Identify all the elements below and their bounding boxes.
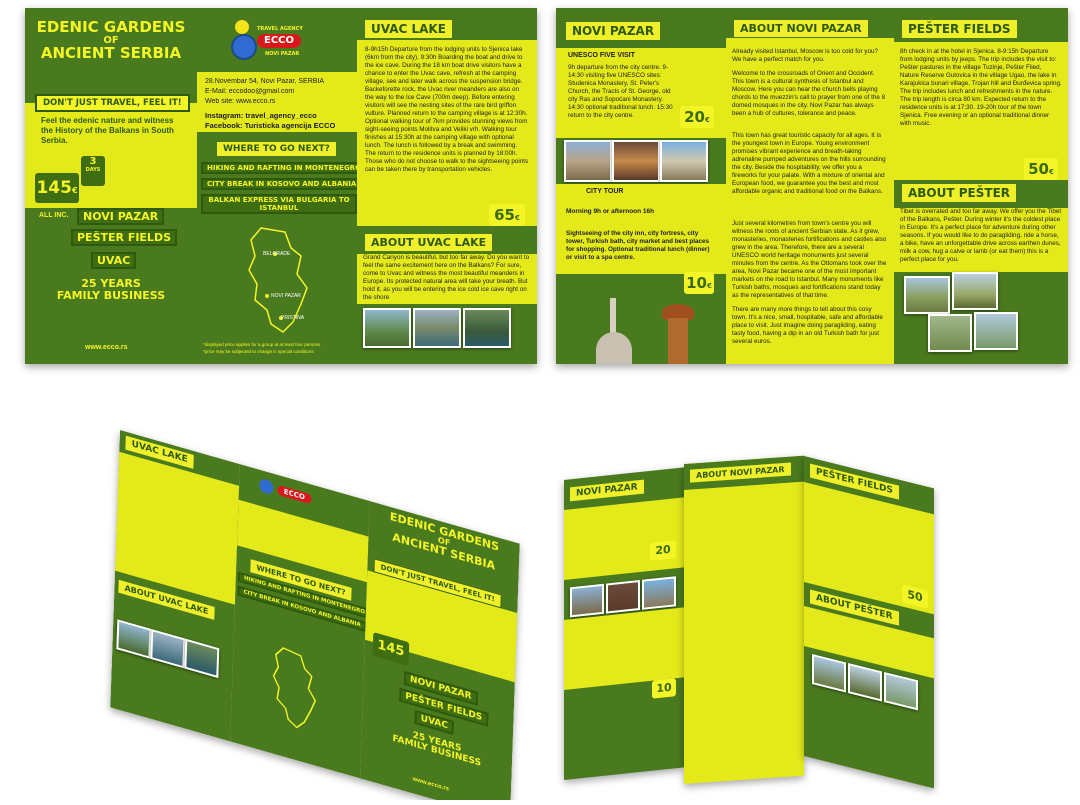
destination-novi-pazar: NOVI PAZAR: [77, 208, 165, 225]
novi-pazar-subtitle: UNESCO FIVE VISIT: [568, 52, 635, 59]
contact-address: 28.Novembar 54, Novi Pazar, SERBIA: [205, 78, 325, 85]
destination-pester: PEŠTER FIELDS: [71, 229, 177, 246]
pester-itinerary: 8h check in at the hotel in Sjenica. 8-9…: [900, 48, 1062, 127]
uvac-photo-3: [463, 308, 511, 348]
contact-instagram: Instagram: travel_agency_ecco: [205, 112, 317, 120]
cover-intro: Feel the edenic nature and witness the H…: [41, 116, 174, 145]
price-note: ALL INC.: [39, 212, 69, 219]
cover-website: www.ecco.rs: [85, 344, 128, 351]
about-np-p4: Just several kilometres from town's cent…: [732, 220, 887, 299]
city-tour-text: Sightseeing of the city inn, city fortre…: [566, 230, 710, 261]
about-np-p3: This town has great touristic capacity f…: [732, 132, 886, 195]
tower-illustration: [656, 304, 700, 364]
brochure-inside-mockup: NOVI PAZAR 20 10 ABOUT NOVI PAZAR PEŠTER…: [550, 420, 1070, 800]
uvac-photo-2: [413, 308, 461, 348]
pester-photo-1: [904, 276, 950, 314]
pester-photo-4: [974, 312, 1018, 350]
where-next-item-2: CITY BREAK IN KOSOVO AND ALBANIA: [201, 178, 363, 190]
novi-pazar-panel: NOVI PAZAR UNESCO FIVE VISIT 9h departur…: [556, 8, 726, 364]
novi-pazar-itinerary: 9h departure from the city centre. 9-14:…: [568, 64, 673, 119]
novi-pazar-photo-3: [660, 140, 708, 182]
cover-panel: EDENIC GARDENS OF ANCIENT SERBIA DON'T J…: [25, 8, 197, 364]
city-tour-time: Morning 9h or afternoon 16h: [566, 208, 655, 215]
where-next-item-1: HIKING AND RAFTING IN MONTENEGRO: [201, 162, 368, 174]
destination-uvac: UVAC: [91, 252, 137, 269]
uvac-title: UVAC LAKE: [365, 20, 452, 38]
about-novi-pazar-panel: ABOUT NOVI PAZAR Already visited Istanbu…: [726, 8, 894, 364]
contact-web: Web site: www.ecco.rs: [205, 98, 276, 105]
cover-tagline: 25 YEARS FAMILY BUSINESS: [56, 277, 166, 302]
uvac-price: 65€: [489, 204, 525, 226]
novi-pazar-photo-1: [564, 140, 612, 182]
brochure-inside-flat: NOVI PAZAR UNESCO FIVE VISIT 9h departur…: [556, 8, 1068, 364]
map-label-belgrade: BELGRADE: [263, 251, 291, 257]
about-np-p2: Welcome to the crossroads of Orient and …: [732, 70, 886, 117]
slogan: DON'T JUST TRAVEL, FEEL IT!: [35, 94, 190, 112]
mascot-icon: [235, 20, 249, 34]
ecco-logo: TRAVEL AGENCY ECCO NOVI PAZAR: [231, 20, 321, 66]
about-uvac-text: Grand Canyon is beautiful, but too far a…: [357, 254, 537, 304]
uvac-itinerary: 8-9h15h Departure from the lodging units…: [365, 46, 529, 173]
map-label-pristina: PRISTINA: [281, 315, 305, 321]
brochure-outside-mockup: UVAC LAKE ABOUT UVAC LAKE ECCO WHERE TO …: [0, 370, 540, 800]
disclaimer-1: *displayed price applies for a group at …: [203, 342, 321, 347]
map-label-novi-pazar: NOVI PAZAR: [271, 293, 301, 299]
mosque-illustration: [596, 298, 632, 364]
where-next-title: WHERE TO GO NEXT?: [217, 142, 336, 156]
disclaimer-2: *price may be subjected to change in spe…: [203, 349, 314, 354]
about-pester-text: Tibet is overrated and too far away. We …: [894, 208, 1068, 272]
about-novi-pazar-title: ABOUT NOVI PAZAR: [734, 20, 868, 37]
contact-facebook: Facebook: Turisticka agencija ECCO: [205, 122, 336, 130]
pester-photo-3: [928, 314, 972, 352]
uvac-photo-1: [363, 308, 411, 348]
novi-pazar-photo-2: [612, 140, 660, 182]
contact-email: E-Mail: eccodoo@gmail.com: [205, 88, 295, 95]
cover-price: 145€: [35, 173, 79, 203]
pester-title: PEŠTER FIELDS: [902, 20, 1017, 38]
about-pester-title: ABOUT PEŠTER: [902, 184, 1016, 202]
pester-photo-2: [952, 272, 998, 310]
about-np-p5: There are many more things to tell about…: [732, 306, 883, 345]
city-tour-title: CITY TOUR: [586, 188, 624, 195]
pester-price: 50€: [1024, 158, 1058, 180]
about-uvac-title: ABOUT UVAC LAKE: [365, 234, 493, 251]
cover-title: EDENIC GARDENS OF ANCIENT SERBIA: [36, 18, 186, 63]
about-np-p1: Already visited Istanbul, Moscow is too …: [732, 48, 878, 63]
pester-panel: PEŠTER FIELDS 8h check in at the hotel i…: [894, 8, 1068, 364]
where-next-item-3: BALKAN EXPRESS VIA BULGARIA TO ISTANBUL: [201, 194, 357, 214]
globe-icon: [231, 34, 257, 60]
contact-panel: TRAVEL AGENCY ECCO NOVI PAZAR 28.Novemba…: [197, 8, 368, 364]
brochure-outside-flat: EDENIC GARDENS OF ANCIENT SERBIA DON'T J…: [25, 8, 537, 364]
novi-pazar-title: NOVI PAZAR: [566, 22, 661, 40]
city-tour-price: 10€: [684, 272, 714, 294]
duration-badge: 3 DAYS: [81, 156, 105, 186]
uvac-panel: UVAC LAKE 8-9h15h Departure from the lod…: [357, 8, 537, 364]
novi-pazar-price: 20€: [680, 106, 714, 128]
